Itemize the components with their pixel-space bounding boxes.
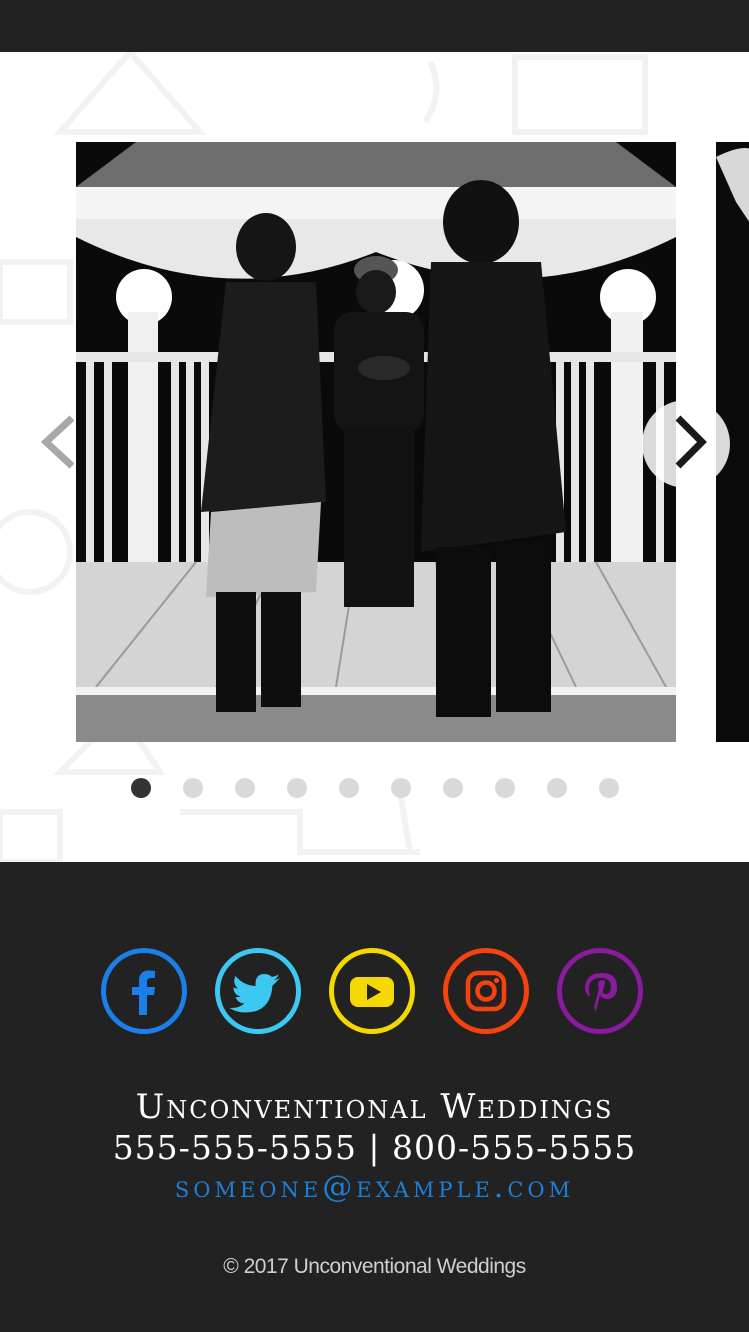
carousel-dot[interactable] — [391, 778, 411, 798]
youtube-icon — [350, 977, 394, 1007]
carousel-next-button[interactable] — [642, 400, 730, 488]
phone-numbers: 555-555-5555 | 800-555-5555 — [112, 1128, 637, 1167]
facebook-button[interactable] — [101, 948, 187, 1034]
facebook-icon — [132, 970, 155, 1015]
carousel-dot[interactable] — [339, 778, 359, 798]
carousel-dot[interactable] — [599, 778, 619, 798]
youtube-button[interactable] — [329, 948, 415, 1034]
copyright: © 2017 Unconventional Weddings — [223, 1255, 526, 1278]
wedding-photo — [76, 142, 676, 742]
carousel-dot[interactable] — [443, 778, 463, 798]
instagram-button[interactable] — [443, 948, 529, 1034]
carousel-dot[interactable] — [287, 778, 307, 798]
twitter-icon — [229, 974, 280, 1013]
carousel-prev-button[interactable] — [38, 412, 82, 472]
carousel-dot[interactable] — [183, 778, 203, 798]
pinterest-button[interactable] — [557, 948, 643, 1034]
photo-carousel — [0, 52, 749, 862]
chevron-left-icon — [40, 415, 75, 469]
carousel-pagination — [0, 778, 749, 800]
carousel-dot[interactable] — [547, 778, 567, 798]
carousel-dot[interactable] — [235, 778, 255, 798]
email-link[interactable]: someone@example.com — [0, 1168, 749, 1208]
top-bar — [0, 0, 749, 52]
carousel-dot[interactable] — [495, 778, 515, 798]
chevron-right-icon — [675, 415, 707, 469]
brand-name: Unconventional Weddings — [135, 1087, 614, 1127]
carousel-dot[interactable] — [131, 778, 151, 798]
twitter-button[interactable] — [215, 948, 301, 1034]
footer: Unconventional Weddings 555-555-5555 | 8… — [0, 862, 749, 1332]
pinterest-icon — [585, 973, 617, 1011]
carousel-slide[interactable] — [76, 142, 676, 742]
instagram-icon — [465, 970, 507, 1012]
